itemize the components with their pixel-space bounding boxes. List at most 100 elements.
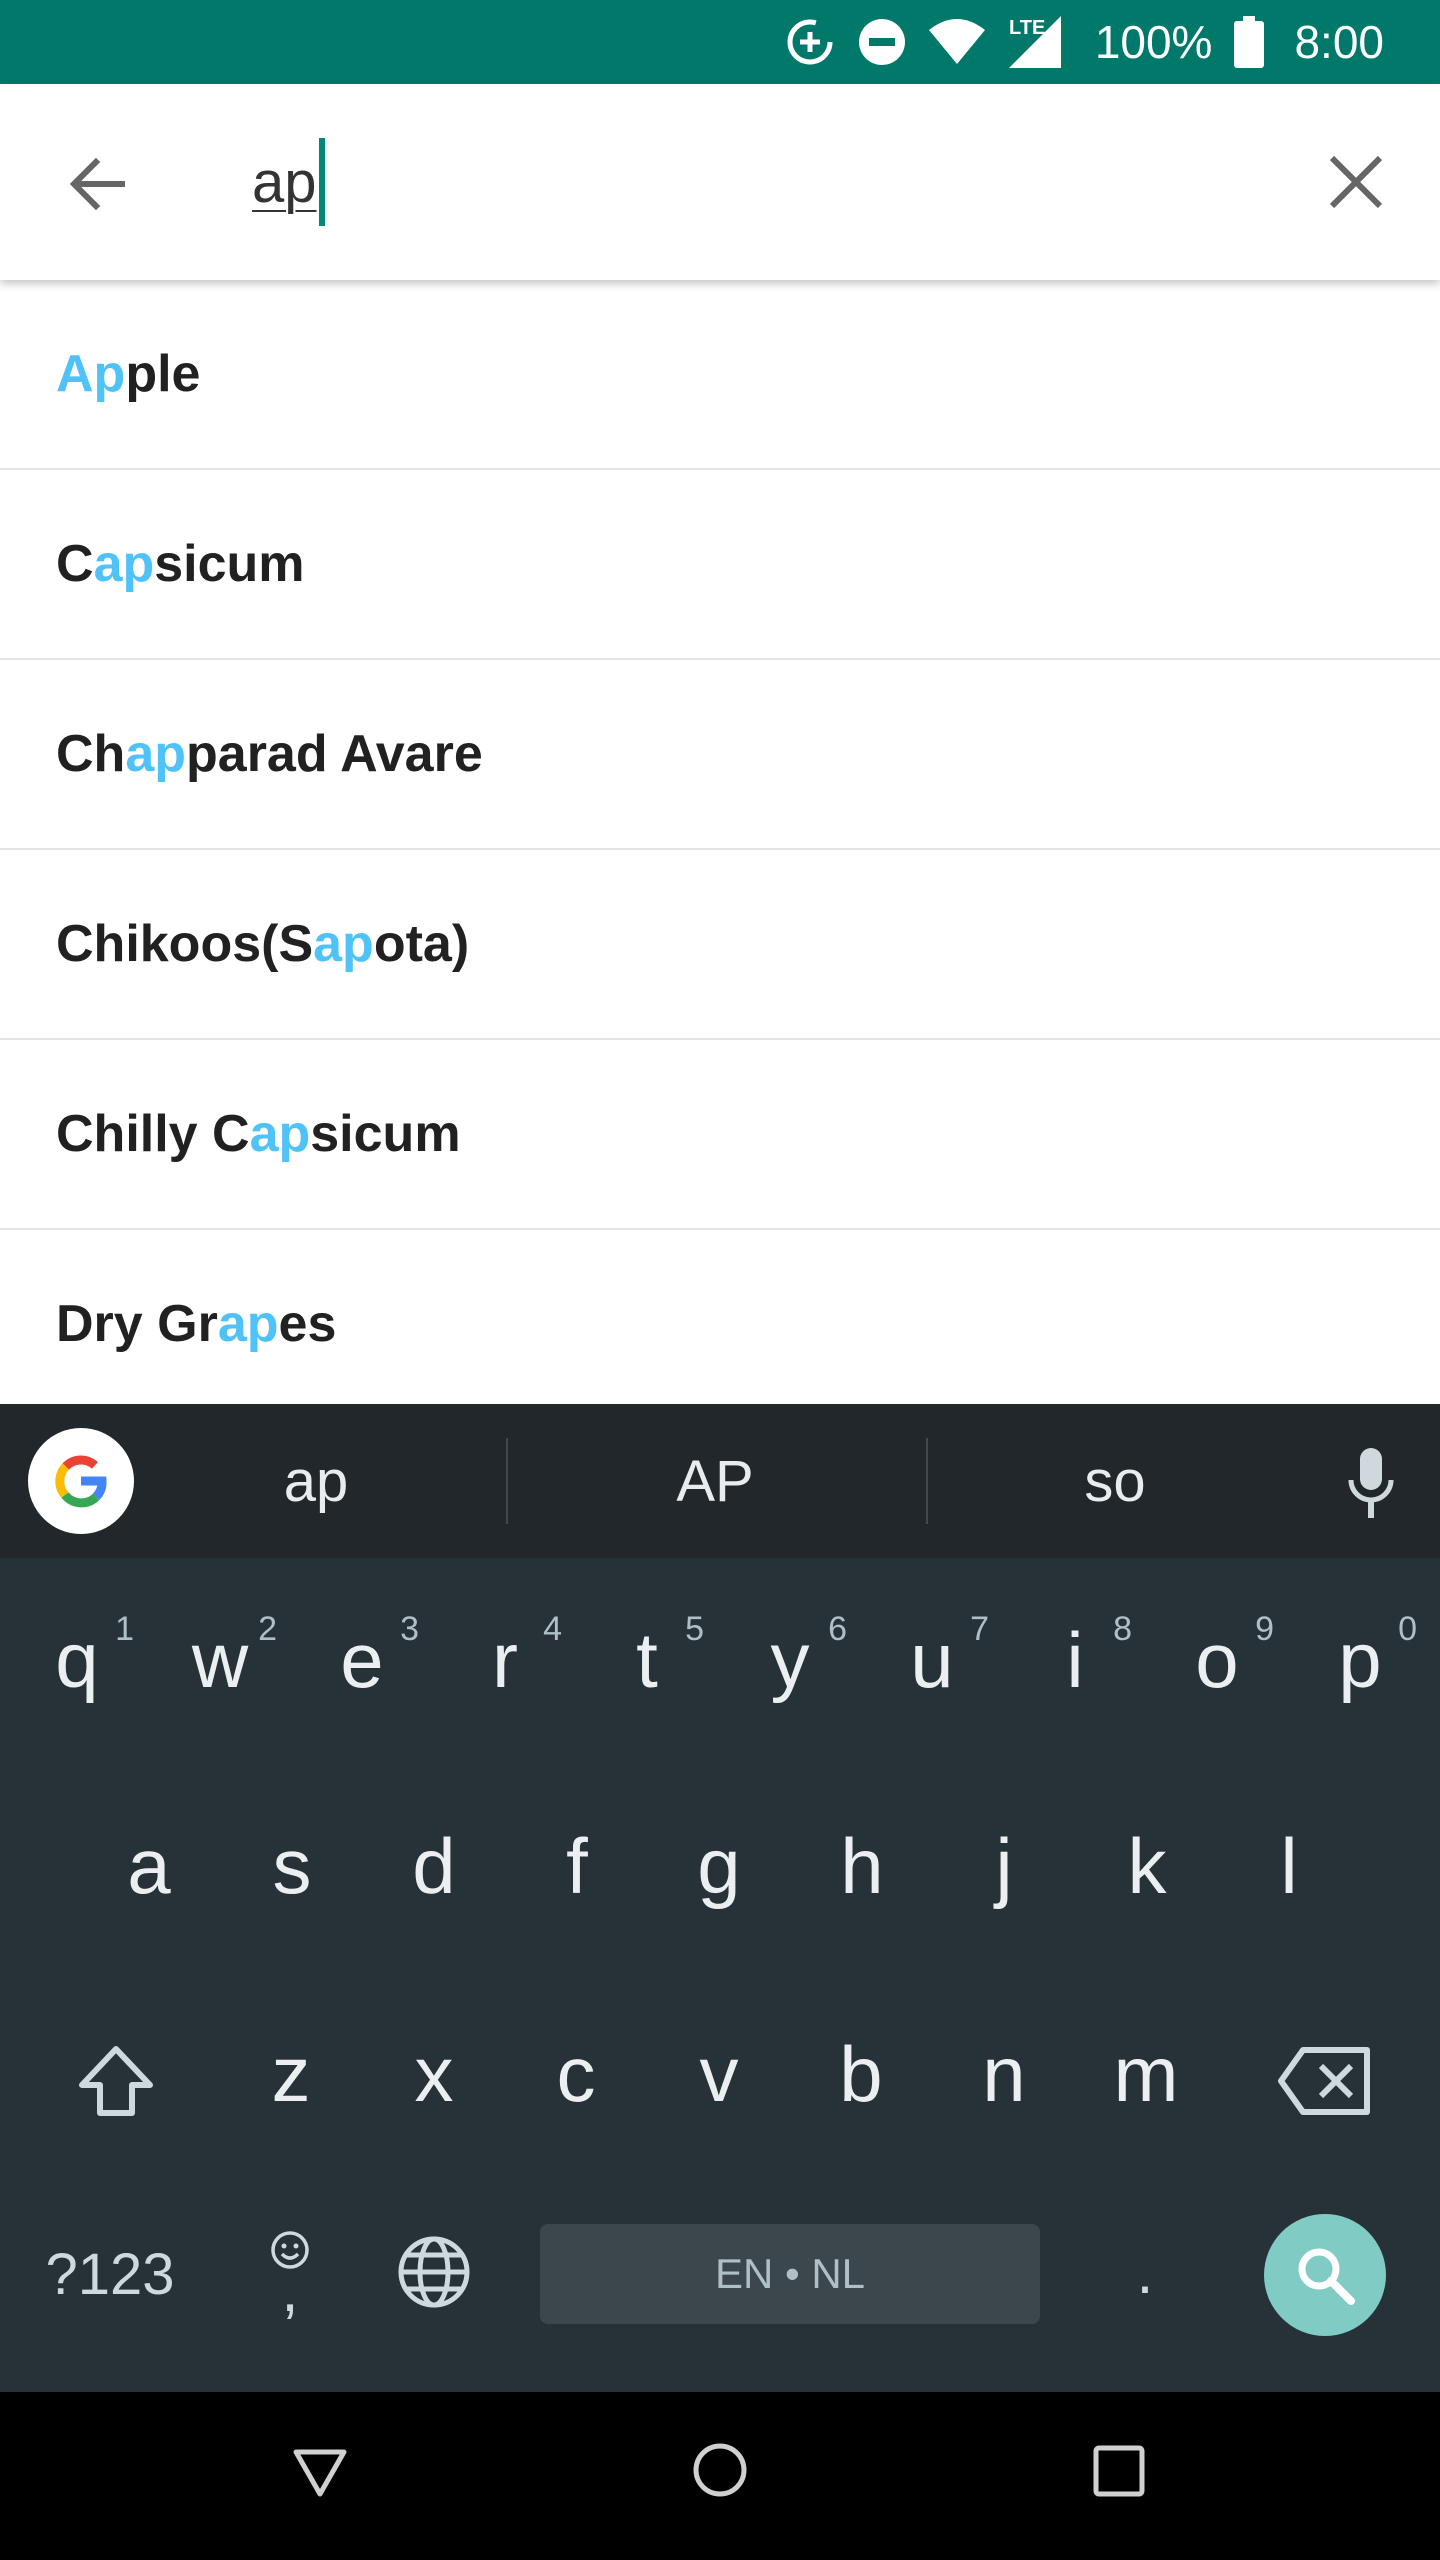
list-item[interactable]: Dry Grapes	[0, 1230, 1440, 1420]
shift-icon	[79, 2046, 153, 2116]
suggestion-3[interactable]: so	[980, 1404, 1250, 1558]
list-item[interactable]: Chikoos(Sapota)	[0, 850, 1440, 1040]
key-c[interactable]: c	[511, 2004, 641, 2144]
list-item-label: Chapparad Avare	[56, 724, 483, 784]
nav-home-icon[interactable]	[690, 2440, 750, 2500]
match-highlight: ap	[217, 1295, 279, 1353]
key-label: a	[127, 1821, 171, 1910]
key-t[interactable]: t5	[582, 1590, 712, 1730]
key-l[interactable]: l	[1224, 1796, 1354, 1936]
key-hint: 6	[828, 1610, 847, 1648]
label-text: Dry Gr	[56, 1295, 218, 1353]
key-label: c	[556, 2029, 596, 2118]
key-label: n	[982, 2029, 1026, 2118]
key-label: s	[272, 1821, 312, 1910]
key-o[interactable]: o9	[1152, 1590, 1282, 1730]
battery-icon	[1234, 16, 1265, 68]
back-button[interactable]	[60, 146, 136, 222]
key-d[interactable]: d	[369, 1796, 499, 1936]
label-text: Chikoos(S	[56, 915, 314, 973]
key-label: q	[55, 1615, 99, 1704]
backspace-key[interactable]	[1262, 2026, 1388, 2136]
list-item[interactable]: Capsicum	[0, 470, 1440, 660]
match-highlight: ap	[249, 1105, 311, 1163]
label-text: es	[278, 1295, 337, 1353]
key-label: k	[1127, 1821, 1167, 1910]
period-key[interactable]: .	[1100, 2220, 1190, 2324]
key-label: j	[995, 1821, 1013, 1910]
key-w[interactable]: w2	[155, 1590, 285, 1730]
key-s[interactable]: s	[227, 1796, 357, 1936]
key-g[interactable]: g	[654, 1796, 784, 1936]
svg-text:LTE: LTE	[1009, 17, 1045, 39]
key-hint: 3	[400, 1610, 419, 1648]
key-j[interactable]: j	[939, 1796, 1069, 1936]
key-h[interactable]: h	[797, 1796, 927, 1936]
key-label: o	[1195, 1615, 1239, 1704]
battery-percent: 100%	[1094, 16, 1213, 68]
key-f[interactable]: f	[512, 1796, 642, 1936]
match-highlight: ap	[313, 915, 374, 973]
key-y[interactable]: y6	[725, 1590, 855, 1730]
key-hint: 1	[115, 1610, 134, 1648]
key-u[interactable]: u7	[867, 1590, 997, 1730]
key-q[interactable]: q1	[12, 1590, 142, 1730]
key-label: b	[839, 2029, 883, 2118]
search-input[interactable]: ap	[252, 149, 317, 216]
suggestion-1[interactable]: ap	[180, 1404, 452, 1558]
symbols-key[interactable]: ?123	[30, 2222, 190, 2326]
key-k[interactable]: k	[1082, 1796, 1212, 1936]
globe-icon	[398, 2236, 470, 2308]
search-field[interactable]: ap	[252, 132, 325, 232]
shift-key[interactable]	[56, 2026, 176, 2136]
list-item-label: Apple	[56, 344, 200, 404]
list-item[interactable]: Chapparad Avare	[0, 660, 1440, 850]
emoji-comma-key[interactable]: ,	[250, 2200, 330, 2340]
dnd-icon	[857, 17, 907, 67]
key-label: u	[910, 1615, 954, 1704]
list-item[interactable]: Apple	[0, 280, 1440, 470]
key-label: i	[1066, 1615, 1084, 1704]
key-label: h	[840, 1821, 884, 1910]
search-bar: ap	[0, 84, 1440, 280]
key-m[interactable]: m	[1081, 2004, 1211, 2144]
list-item[interactable]: Chilly Capsicum	[0, 1040, 1440, 1230]
key-label: l	[1280, 1821, 1298, 1910]
match-highlight: ap	[125, 725, 187, 783]
key-x[interactable]: x	[369, 2004, 499, 2144]
key-label: e	[340, 1615, 384, 1704]
divider	[506, 1438, 508, 1524]
language-key[interactable]	[386, 2220, 482, 2324]
key-hint: 7	[970, 1610, 989, 1648]
google-g-icon[interactable]	[28, 1428, 134, 1534]
divider	[926, 1438, 928, 1524]
wifi-icon	[928, 18, 985, 66]
key-label: y	[770, 1615, 810, 1704]
key-e[interactable]: e3	[297, 1590, 427, 1730]
label-text: Ch	[56, 725, 126, 783]
clear-search-button[interactable]	[1322, 148, 1390, 216]
sync-icon	[785, 17, 835, 67]
search-key[interactable]	[1264, 2214, 1386, 2336]
list-item-label: Capsicum	[56, 534, 305, 594]
key-z[interactable]: z	[226, 2004, 356, 2144]
search-icon	[1298, 2248, 1355, 2305]
key-p[interactable]: p0	[1295, 1590, 1425, 1730]
nav-back-icon[interactable]	[290, 2442, 350, 2502]
suggestion-2[interactable]: AP	[580, 1404, 850, 1558]
navigation-bar	[0, 2392, 1440, 2560]
space-key[interactable]: EN • NL	[540, 2224, 1040, 2324]
mic-icon[interactable]	[1348, 1448, 1394, 1520]
results-list: Apple Capsicum Chapparad Avare Chikoos(Sapo…	[0, 280, 1440, 1420]
key-label: f	[566, 1821, 588, 1910]
key-v[interactable]: v	[654, 2004, 784, 2144]
key-label: d	[412, 1821, 456, 1910]
key-i[interactable]: i8	[1010, 1590, 1140, 1730]
key-a[interactable]: a	[84, 1796, 214, 1936]
key-b[interactable]: b	[796, 2004, 926, 2144]
nav-recents-icon[interactable]	[1090, 2442, 1148, 2500]
list-item-label: Chikoos(Sapota)	[56, 914, 469, 974]
key-r[interactable]: r4	[440, 1590, 570, 1730]
key-hint: 8	[1113, 1610, 1132, 1648]
key-n[interactable]: n	[939, 2004, 1069, 2144]
